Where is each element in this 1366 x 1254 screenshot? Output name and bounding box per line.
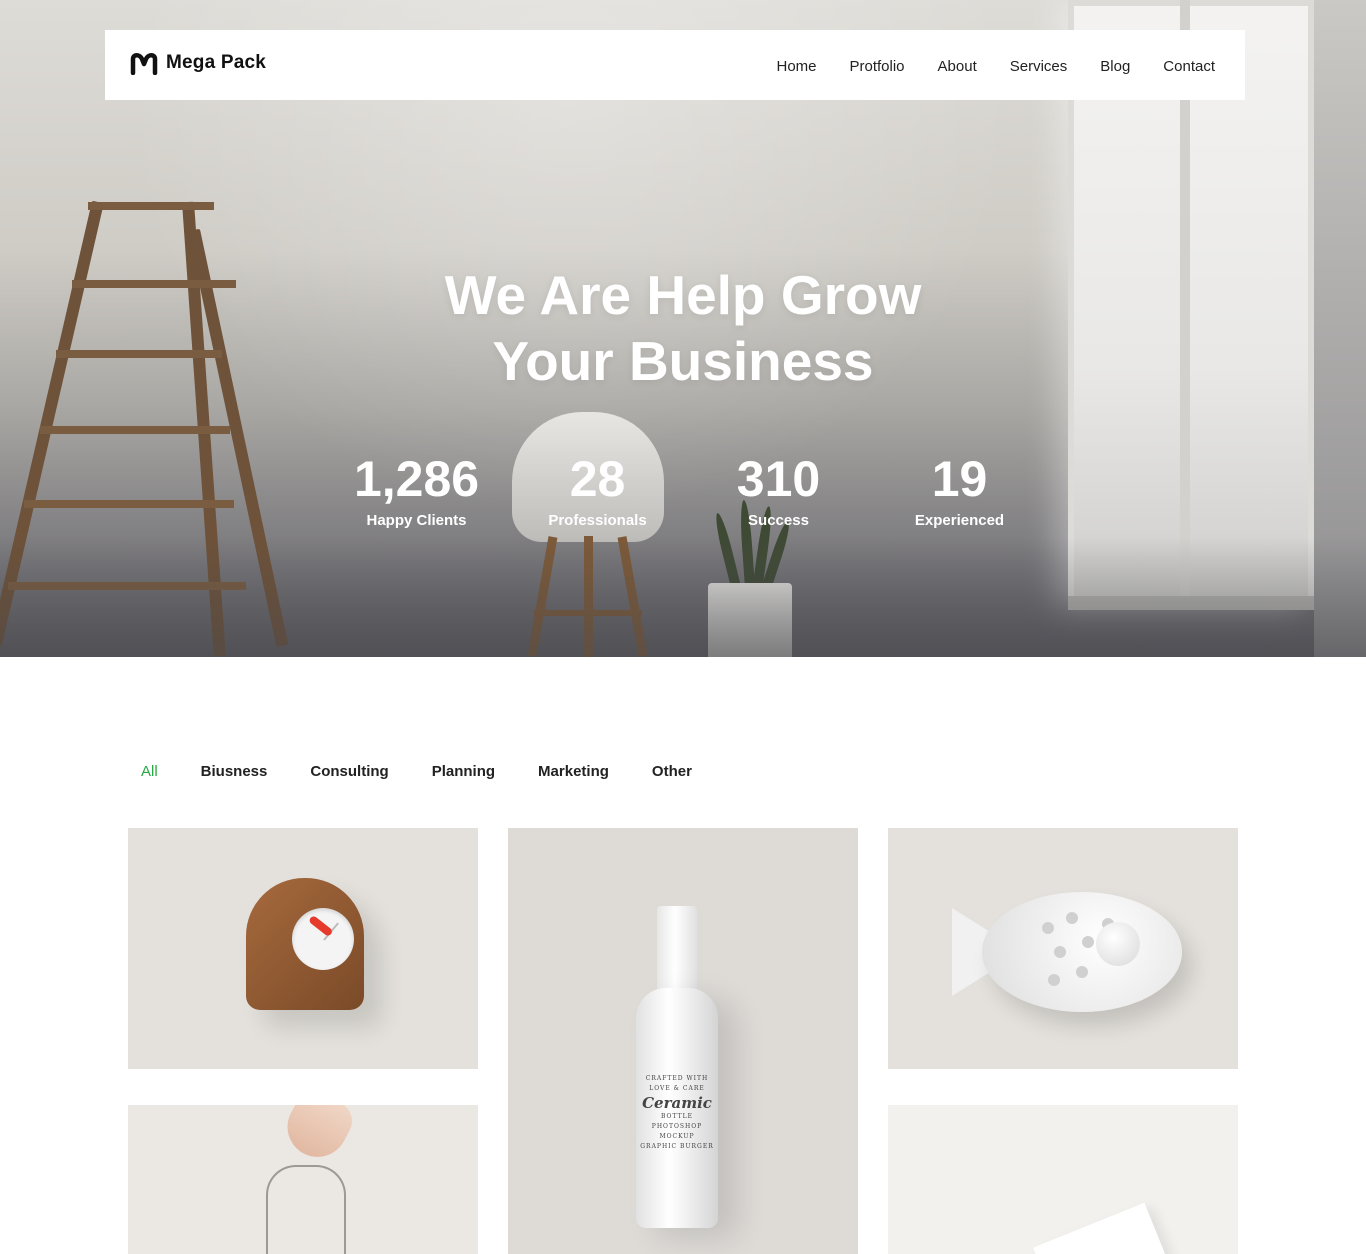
hero-title-line2: Your Business (492, 330, 874, 392)
stat-professionals: 28 Professionals (507, 448, 688, 529)
filter-other[interactable]: Other (652, 763, 692, 780)
nav-home[interactable]: Home (776, 58, 816, 75)
stat-value: 28 (569, 451, 626, 507)
hero-section: Mega Pack Home Protfolio About Services … (0, 0, 1366, 657)
portfolio-item-bag[interactable] (128, 1105, 478, 1254)
stat-value: 1,286 (353, 451, 480, 507)
nav-blog[interactable]: Blog (1100, 58, 1130, 75)
portfolio-item-clock[interactable] (128, 828, 478, 1069)
nav-contact[interactable]: Contact (1163, 58, 1215, 75)
filter-planning[interactable]: Planning (432, 763, 495, 780)
hero-title-line1: We Are Help Grow (444, 264, 922, 326)
portfolio-filters: All Biusness Consulting Planning Marketi… (141, 763, 735, 780)
stat-label: Experienced (914, 512, 1005, 529)
brand-logo[interactable]: Mega Pack (130, 48, 266, 78)
filter-consulting[interactable]: Consulting (310, 763, 388, 780)
stats-row: 1,286 Happy Clients 28 Professionals 310… (326, 448, 1050, 529)
hand-image (276, 1105, 360, 1168)
logo-mark-icon (130, 51, 158, 76)
stat-happy-clients: 1,286 Happy Clients (326, 448, 507, 529)
filter-business[interactable]: Biusness (201, 763, 268, 780)
top-navbar: Mega Pack Home Protfolio About Services … (105, 30, 1245, 100)
nav-portfolio[interactable]: Protfolio (850, 58, 905, 75)
portfolio-item-fish[interactable] (888, 828, 1238, 1069)
hero-title: We Are Help Grow Your Business (0, 262, 1366, 394)
stat-label: Professionals (548, 512, 647, 529)
nav-services[interactable]: Services (1010, 58, 1068, 75)
bottle-image: CRAFTED WITH LOVE & CARE Ceramic BOTTLE … (636, 988, 718, 1228)
stat-success: 310 Success (688, 448, 869, 529)
main-nav: Home Protfolio About Services Blog Conta… (776, 58, 1215, 75)
filter-all[interactable]: All (141, 763, 158, 780)
paper-image (1033, 1202, 1167, 1254)
stat-value: 19 (931, 451, 988, 507)
nav-about[interactable]: About (938, 58, 977, 75)
portfolio-item-card[interactable] (888, 1105, 1238, 1254)
fish-image (982, 892, 1182, 1012)
stat-label: Success (748, 512, 809, 529)
portfolio-item-bottle[interactable]: CRAFTED WITH LOVE & CARE Ceramic BOTTLE … (508, 828, 858, 1254)
stat-label: Happy Clients (366, 512, 467, 529)
brand-name: Mega Pack (166, 52, 267, 73)
filter-marketing[interactable]: Marketing (538, 763, 609, 780)
stat-experienced: 19 Experienced (869, 448, 1050, 529)
clock-image (246, 878, 364, 1010)
bottle-label: CRAFTED WITH LOVE & CARE Ceramic BOTTLE … (640, 1075, 714, 1150)
stat-value: 310 (736, 451, 821, 507)
